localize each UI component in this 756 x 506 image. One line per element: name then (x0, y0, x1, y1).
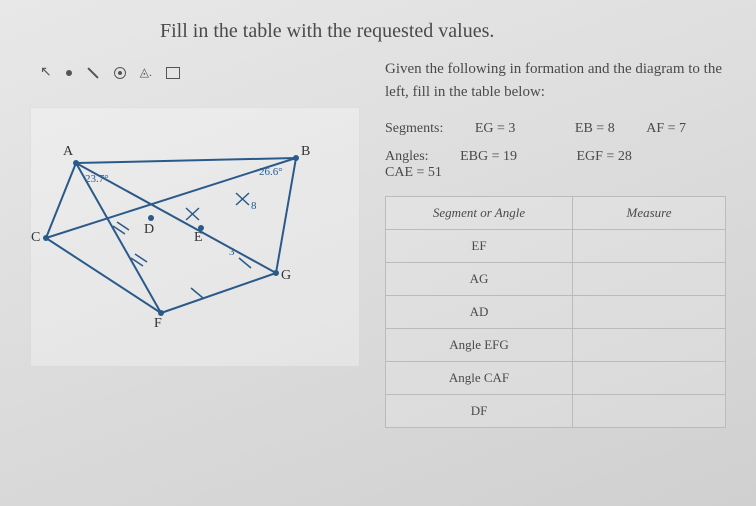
row-label: Angle CAF (386, 362, 573, 395)
point-tool-icon[interactable] (66, 70, 72, 76)
table-row: Angle CAF (386, 362, 726, 395)
measure-input[interactable] (573, 230, 726, 263)
ang-cae: CAE = 51 (385, 165, 442, 181)
col-header-item: Segment or Angle (386, 197, 573, 230)
seg-eb-value: 8 (251, 200, 257, 212)
measure-input[interactable] (573, 395, 726, 428)
circle-tool-icon[interactable] (114, 67, 126, 79)
vertex-c-label: C (31, 230, 40, 246)
row-label: Angle EFG (386, 329, 573, 362)
ang-egf: EGF = 28 (576, 149, 631, 165)
table-row: AD (386, 296, 726, 329)
row-label: AG (386, 263, 573, 296)
given-angles-line: Angles: EBG = 19 EGF = 28 CAE = 51 (385, 149, 726, 181)
row-label: DF (386, 395, 573, 428)
geometry-diagram: A B C D E F G 23.7° 26.6° 8 3 (30, 107, 360, 367)
table-row: DF (386, 395, 726, 428)
angles-label: Angles: EBG = 19 (385, 149, 545, 165)
table-row: Angle EFG (386, 329, 726, 362)
measure-input[interactable] (573, 296, 726, 329)
page-title: Fill in the table with the requested val… (160, 20, 726, 43)
angle-b-value: 26.6° (259, 166, 283, 178)
segments-label: Segments: EG = 3 (385, 121, 543, 137)
vertex-e-label: E (194, 230, 203, 246)
given-segments-line: Segments: EG = 3 EB = 8 AF = 7 (385, 121, 726, 137)
row-label: EF (386, 230, 573, 263)
angle-a-value: 23.7° (85, 173, 109, 185)
measure-input[interactable] (573, 362, 726, 395)
seg-eg-value: 3 (229, 246, 235, 258)
vertex-d-label: D (144, 222, 154, 238)
measure-input[interactable] (573, 329, 726, 362)
col-header-measure: Measure (573, 197, 726, 230)
instructions-text: Given the following in formation and the… (385, 58, 726, 103)
pointer-tool-icon[interactable]: ↖ (40, 64, 52, 81)
vertex-f-label: F (154, 316, 162, 332)
row-label: AD (386, 296, 573, 329)
answer-table: Segment or Angle Measure EF AG AD Angle … (385, 196, 726, 428)
seg-eb: EB = 8 (575, 121, 615, 137)
triangle-tool-icon[interactable]: ◬. (140, 65, 152, 80)
table-row: EF (386, 230, 726, 263)
polygon-tool-icon[interactable] (166, 67, 180, 79)
vertex-g-label: G (281, 268, 291, 284)
line-tool-icon[interactable] (87, 67, 98, 78)
seg-af: AF = 7 (646, 121, 686, 137)
measure-input[interactable] (573, 263, 726, 296)
table-row: AG (386, 263, 726, 296)
vertex-a-label: A (63, 144, 73, 160)
vertex-b-label: B (301, 144, 310, 160)
drawing-toolbar: ↖ ◬. (30, 58, 360, 87)
